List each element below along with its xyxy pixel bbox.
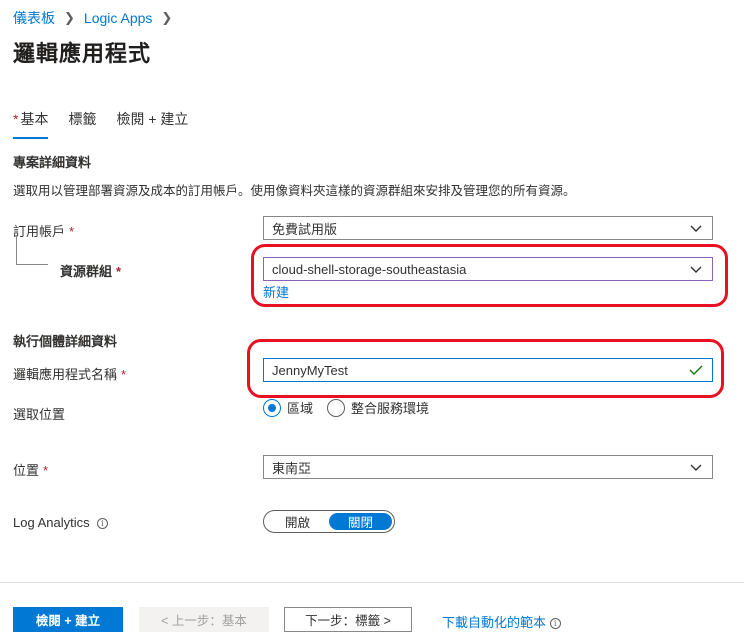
next-button[interactable]: 下一步：標籤 > [284,607,412,632]
location-value: 東南亞 [272,460,312,476]
footer-divider [0,582,744,583]
tree-connector [16,236,17,264]
location-dropdown[interactable]: 東南亞 [263,455,713,479]
radio-region[interactable]: 區域 [263,398,313,417]
log-analytics-label: Log Analytics i [13,515,108,530]
toggle-off-option[interactable]: 關閉 [329,513,392,530]
create-new-resource-group-link[interactable]: 新建 [263,282,289,301]
radio-ise[interactable]: 整合服務環境 [327,398,429,417]
review-create-button[interactable]: 檢閱 + 建立 [13,607,123,632]
tree-connector [16,264,48,265]
subscription-dropdown[interactable]: 免費試用版 [263,216,713,240]
project-details-heading: 專案詳細資料 [13,155,92,170]
checkmark-icon [689,365,703,375]
download-template-link[interactable]: 下載自動化的範本 i [442,612,561,631]
radio-unselected-icon [327,398,345,417]
breadcrumb-logic-apps[interactable]: Logic Apps [84,10,153,26]
radio-ise-label: 整合服務環境 [351,401,430,416]
resource-group-label: 資源群組 * [60,264,122,279]
chevron-down-icon [690,266,702,273]
log-analytics-toggle[interactable]: 開啟 關閉 [263,510,395,533]
tab-basics[interactable]: * 基本 [13,109,49,139]
toggle-on-option[interactable]: 開啟 [266,513,329,530]
breadcrumb-dashboard[interactable]: 儀表板 [13,8,55,28]
tab-label: 基本 [20,111,49,127]
location-label: 位置 * [13,463,49,478]
subscription-value: 免費試用版 [272,221,338,237]
project-details-description: 選取用以管理部署資源及成本的訂用帳戶。使用像資料夾這樣的資源群組來安排及管理您的… [13,184,576,198]
logic-app-name-value: JennyMyTest [272,362,348,378]
tab-tags[interactable]: 標籤 [68,109,96,139]
tab-bar: * 基本 標籤 檢閱 + 建立 [13,109,208,139]
tab-review-create[interactable]: 檢閱 + 建立 [116,109,188,139]
radio-selected-icon [263,398,281,417]
radio-region-label: 區域 [287,401,314,416]
chevron-right-icon: ❯ [64,10,75,25]
resource-group-dropdown[interactable]: cloud-shell-storage-southeastasia [263,257,713,281]
subscription-label: 訂用帳戶 * [13,224,75,239]
resource-group-value: cloud-shell-storage-southeastasia [272,261,467,277]
logic-app-name-input[interactable]: JennyMyTest [263,358,713,382]
page-title: 邏輯應用程式 [13,41,152,66]
info-icon[interactable]: i [96,518,108,530]
select-location-label: 選取位置 [13,407,66,422]
instance-details-heading: 執行個體詳細資料 [13,334,118,349]
previous-button[interactable]: < 上一步：基本 [139,607,269,632]
logic-app-name-label: 邏輯應用程式名稱 * [13,367,127,382]
breadcrumb: 儀表板 ❯ Logic Apps ❯ [13,8,181,28]
chevron-down-icon [690,464,702,471]
info-icon: i [549,618,561,630]
chevron-down-icon [690,225,702,232]
chevron-right-icon: ❯ [161,10,173,25]
required-asterisk: * [13,111,19,127]
